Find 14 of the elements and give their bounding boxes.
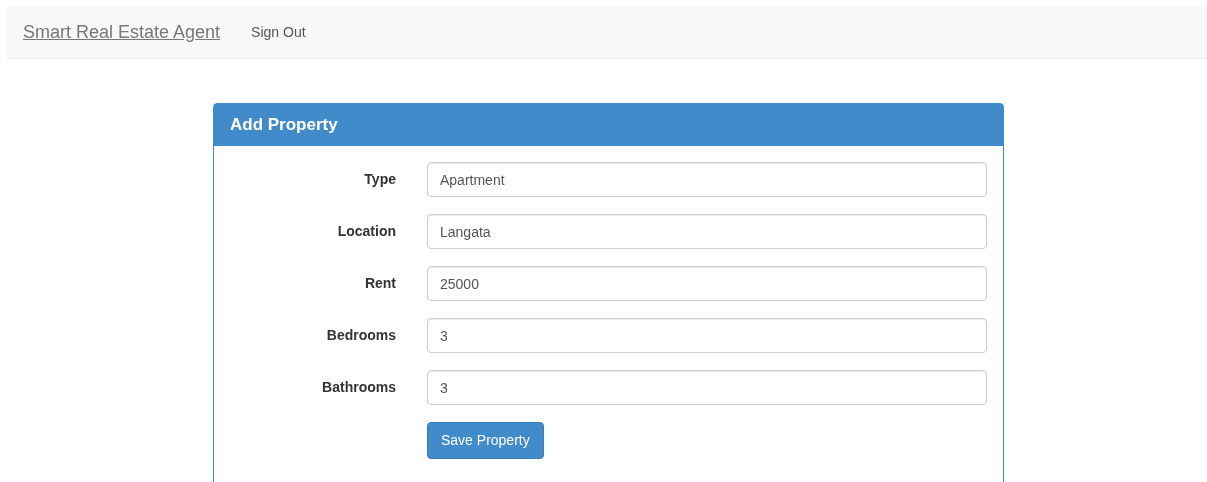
input-field[interactable]: Langata bbox=[427, 214, 987, 249]
input-field[interactable]: 25000 bbox=[427, 266, 987, 301]
field-label: Location bbox=[336, 222, 396, 241]
input-field[interactable]: 3 bbox=[427, 318, 987, 353]
panel-title: Add Property bbox=[214, 104, 1003, 146]
brand-link[interactable]: Smart Real Estate Agent bbox=[23, 19, 221, 46]
field-label: Bedrooms bbox=[325, 326, 396, 345]
save-button[interactable]: Save Property bbox=[427, 422, 544, 459]
field-label: Rent bbox=[363, 274, 396, 293]
input-field[interactable]: Apartment bbox=[427, 162, 987, 197]
input-field[interactable]: 3 bbox=[427, 370, 987, 405]
field-label: Type bbox=[363, 170, 396, 189]
field-label: Bathrooms bbox=[321, 378, 396, 397]
nav-link[interactable]: Sign Out bbox=[251, 22, 306, 43]
